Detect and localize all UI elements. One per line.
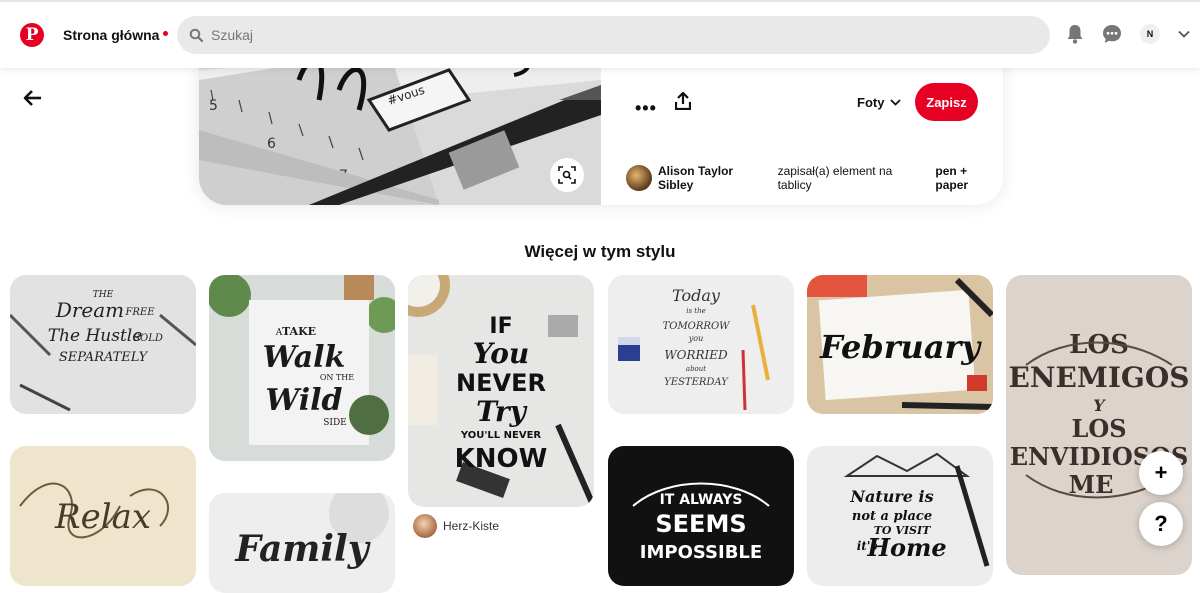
user-avatar[interactable]: N [1140, 24, 1160, 44]
svg-text:5: 5 [209, 98, 218, 114]
pin-card[interactable]: IT ALWAYS SEEMS IMPOSSIBLE [608, 446, 794, 586]
chevron-down-icon[interactable] [1178, 30, 1190, 38]
saver-action: zapisał(a) element na tablicy [777, 164, 893, 192]
pin-card[interactable]: Nature is not a place TO VISIT it's Home [807, 446, 993, 586]
lettering-text: February [819, 328, 982, 366]
pin-thumbnail: TAKE A Walk ON THE Wild SIDE [209, 275, 395, 461]
help-button[interactable]: ? [1139, 502, 1183, 546]
search-input[interactable] [211, 27, 1011, 43]
lettering-text: SEEMS [655, 510, 746, 538]
pin-owner[interactable]: Herz-Kiste [413, 514, 499, 538]
notification-dot [163, 30, 169, 36]
lettering-text: IMPOSSIBLE [640, 542, 762, 563]
lettering-text: SIDE [323, 418, 347, 428]
lettering-text: SEPARATELY [59, 350, 149, 365]
lettering-text: IT ALWAYS [660, 492, 743, 508]
pin-thumbnail: Relax [10, 446, 196, 586]
pin-thumbnail: Today is the TOMORROW you WORRIED about … [608, 275, 794, 414]
search-icon [189, 28, 203, 42]
message-icon[interactable] [1102, 24, 1122, 44]
svg-text:6: 6 [267, 136, 276, 152]
home-link[interactable]: Strona główna [63, 27, 169, 43]
lettering-text: TAKE [282, 325, 316, 338]
lettering-text: YESTERDAY [664, 377, 729, 388]
lettering-text: Family [234, 528, 370, 570]
saver-avatar[interactable] [626, 165, 652, 191]
lettering-text: ME [1069, 470, 1114, 499]
board-name-link[interactable]: pen + paper [935, 164, 1003, 192]
lettering-text: IF [489, 314, 512, 339]
saver-name[interactable]: Alison Taylor Sibley [658, 164, 772, 192]
lettering-text: SOLD [133, 333, 163, 344]
pin-thumbnail: THE Dream FREE The Hustle SOLD SEPARATEL… [10, 275, 196, 414]
pin-card[interactable]: THE Dream FREE The Hustle SOLD SEPARATEL… [10, 275, 196, 414]
lettering-text: ON THE [320, 373, 354, 382]
lettering-text: Y [1093, 396, 1106, 415]
lettering-text: Walk [263, 340, 346, 375]
pin-card[interactable]: IF You NEVER Try YOU'LL NEVER KNOW [408, 275, 594, 507]
share-icon[interactable] [675, 92, 691, 110]
pin-thumbnail: IT ALWAYS SEEMS IMPOSSIBLE [608, 446, 794, 586]
lettering-text: Dream [55, 298, 124, 322]
pin-thumbnail: February [807, 275, 993, 414]
lettering-text: FREE [124, 307, 155, 318]
more-options-button[interactable]: ••• [635, 98, 657, 119]
lettering-text: about [686, 365, 706, 373]
lettering-text: not a place [852, 509, 932, 524]
more-like-this-heading: Więcej w tym stylu [524, 242, 676, 261]
back-arrow-icon[interactable] [22, 88, 44, 108]
lettering-text: Relax [54, 497, 151, 537]
lettering-text: Home [866, 533, 946, 562]
chevron-down-icon [890, 99, 902, 106]
lettering-text: WORRIED [664, 348, 728, 362]
pin-thumbnail: IF You NEVER Try YOU'LL NEVER KNOW [408, 275, 594, 507]
owner-avatar [413, 514, 437, 538]
pin-thumbnail: Nature is not a place TO VISIT it's Home [807, 446, 993, 586]
lettering-text: is the [686, 307, 706, 315]
pin-card[interactable]: Relax [10, 446, 196, 586]
saver-attribution: Alison Taylor Sibley zapisał(a) element … [626, 164, 1003, 192]
pin-card[interactable]: Family [209, 493, 395, 593]
lettering-text: you [688, 334, 704, 343]
lettering-text: Nature is [849, 487, 933, 506]
lettering-text: You [473, 337, 530, 370]
visual-search-button[interactable] [550, 158, 584, 192]
lettering-text: A [275, 328, 283, 338]
lettering-text: ENEMIGOS [1009, 361, 1190, 394]
lettering-text: Try [476, 395, 528, 428]
pin-thumbnail: Family [209, 493, 395, 593]
bell-icon[interactable] [1066, 24, 1084, 44]
search-bar[interactable] [177, 16, 1050, 54]
lettering-text: The Hustle [48, 326, 143, 346]
owner-name: Herz-Kiste [443, 519, 500, 533]
lettering-text: LOS [1071, 414, 1126, 443]
lettering-text: TOMORROW [663, 321, 731, 332]
pinterest-logo[interactable]: P [20, 23, 44, 47]
board-selector-label: Foty [857, 95, 885, 110]
board-selector[interactable]: Foty [857, 95, 902, 110]
pin-card[interactable]: TAKE A Walk ON THE Wild SIDE [209, 275, 395, 461]
pin-card[interactable]: Today is the TOMORROW you WORRIED about … [608, 275, 794, 414]
lettering-text: KNOW [455, 444, 548, 474]
top-bar: P Strona główna N [0, 0, 1200, 68]
lettering-text: YOU'LL NEVER [460, 430, 542, 441]
create-button[interactable]: + [1139, 451, 1183, 495]
pin-card[interactable]: February [807, 275, 993, 414]
visual-search-icon [558, 166, 576, 184]
lettering-text: Wild [266, 383, 343, 418]
home-label: Strona główna [63, 27, 160, 43]
lettering-text: Today [672, 286, 721, 305]
lettering-text: NEVER [456, 369, 546, 397]
save-button[interactable]: Zapisz [915, 83, 978, 121]
top-icons: N [1066, 24, 1190, 44]
